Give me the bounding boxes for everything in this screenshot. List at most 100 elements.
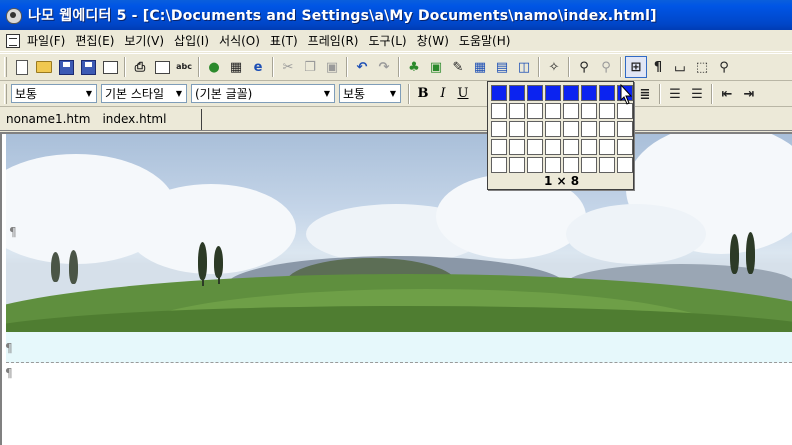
table-picker-cell[interactable] [527,157,543,173]
cut-button[interactable]: ✂ [277,56,299,78]
chevron-down-icon[interactable]: ▼ [172,85,186,102]
menu-file[interactable]: 파일(F) [24,32,68,49]
toolbar-grip[interactable] [4,57,7,77]
table-picker-cell[interactable] [545,139,561,155]
insert-frame-button[interactable]: ▤ [491,56,513,78]
table-picker-cell[interactable] [545,121,561,137]
style-select[interactable]: 기본 스타일 ▼ [101,84,187,103]
insert-tree-image-button[interactable]: ♣ [403,56,425,78]
table-picker-cell[interactable] [599,103,615,119]
table-picker-cell[interactable] [617,121,633,137]
table-picker-cell[interactable] [491,139,507,155]
menu-tools[interactable]: 도구(L) [365,32,409,49]
increase-indent-button[interactable]: ⇥ [738,83,760,105]
menu-frame[interactable]: 프레임(R) [305,32,362,49]
table-picker-cell[interactable] [509,85,525,101]
bullet-list-button[interactable]: ☰ [686,83,708,105]
table-picker-cell[interactable] [617,139,633,155]
namo-app-icon[interactable] [4,6,22,24]
paragraph-format-select[interactable]: 보통 ▼ [11,84,97,103]
table-picker-cell[interactable] [527,85,543,101]
table-picker-cell[interactable] [599,139,615,155]
menu-table[interactable]: 표(T) [267,32,301,49]
menu-format[interactable]: 서식(O) [216,32,263,49]
table-picker-cell[interactable] [509,139,525,155]
table-picker-cell[interactable] [581,139,597,155]
template-button[interactable] [99,56,121,78]
numbered-list-button[interactable]: ☰ [664,83,686,105]
browser-preview-button[interactable]: ● [203,56,225,78]
underline-button[interactable]: U [453,83,473,105]
table-picker-cell[interactable] [509,103,525,119]
table-picker-cell[interactable] [563,103,579,119]
table-picker-grid[interactable] [490,84,634,174]
table-picker-cell[interactable] [617,157,633,173]
table-picker-cell[interactable] [545,85,561,101]
bold-button[interactable]: B [413,83,433,105]
font-select[interactable]: (기본 글꼴) ▼ [191,84,335,103]
table-picker-cell[interactable] [563,157,579,173]
table-picker-cell[interactable] [563,139,579,155]
undo-button[interactable]: ↶ [351,56,373,78]
table-picker-cell[interactable] [545,157,561,173]
print-button[interactable]: ⎙ [129,56,151,78]
toolbar-grip[interactable] [4,83,7,104]
table-size-picker[interactable]: 1 × 8 [487,81,634,190]
paragraph-mark-button[interactable]: ¶ [647,56,669,78]
menu-help[interactable]: 도움말(H) [456,32,514,49]
table-picker-cell[interactable] [509,121,525,137]
open-button[interactable] [33,56,55,78]
font-size-select[interactable]: 보통 ▼ [339,84,401,103]
table-picker-cell[interactable] [491,85,507,101]
chevron-down-icon[interactable]: ▼ [82,85,96,102]
table-picker-cell[interactable] [563,85,579,101]
table-grid-button[interactable]: ⊞ [625,56,647,78]
table-picker-cell[interactable] [599,157,615,173]
decrease-indent-button[interactable]: ⇤ [716,83,738,105]
space-mark-button[interactable]: ⌴ [669,56,691,78]
magic-wand-button[interactable]: ✧ [543,56,565,78]
menu-view[interactable]: 보기(V) [121,32,167,49]
chevron-down-icon[interactable]: ▼ [320,85,334,102]
italic-button[interactable]: I [433,83,453,105]
new-page-button[interactable] [11,56,33,78]
table-picker-cell[interactable] [491,121,507,137]
layer-box-button[interactable]: ⬚ [691,56,713,78]
save-button[interactable] [55,56,77,78]
table-picker-cell[interactable] [527,103,543,119]
table-picker-cell[interactable] [581,103,597,119]
preview-button[interactable] [151,56,173,78]
table-picker-cell[interactable] [491,103,507,119]
redo-button[interactable]: ↷ [373,56,395,78]
menu-window[interactable]: 창(W) [414,32,452,49]
table-picker-cell[interactable] [491,157,507,173]
table-picker-cell[interactable] [581,121,597,137]
landscape-banner-image[interactable] [6,134,792,332]
justify-button[interactable]: ≣ [634,83,656,105]
paste-button[interactable]: ▣ [321,56,343,78]
internet-explorer-button[interactable]: e [247,56,269,78]
layout-button[interactable]: ◫ [513,56,535,78]
edit-image-button[interactable]: ✎ [447,56,469,78]
menu-edit[interactable]: 편집(E) [72,32,117,49]
copy-button[interactable]: ❐ [299,56,321,78]
table-picker-cell[interactable] [527,139,543,155]
table-picker-cell[interactable] [581,157,597,173]
publish-button[interactable]: ▦ [225,56,247,78]
table-picker-cell[interactable] [545,103,561,119]
table-picker-cell[interactable] [599,121,615,137]
unlink-button[interactable]: ⚲ [595,56,617,78]
insert-image-button[interactable]: ▣ [425,56,447,78]
tab-noname1[interactable]: noname1.htm [2,109,94,130]
tab-index-html[interactable]: index.html [98,108,203,130]
table-row-cyan[interactable] [6,332,792,363]
table-picker-cell[interactable] [599,85,615,101]
table-picker-cell[interactable] [527,121,543,137]
insert-table-button[interactable]: ▦ [469,56,491,78]
document-menu-icon[interactable] [6,33,20,48]
table-picker-cell[interactable] [581,85,597,101]
spellcheck-button[interactable]: abc [173,56,195,78]
chevron-down-icon[interactable]: ▼ [386,85,400,102]
link-button[interactable]: ⚲ [573,56,595,78]
save-all-button[interactable] [77,56,99,78]
